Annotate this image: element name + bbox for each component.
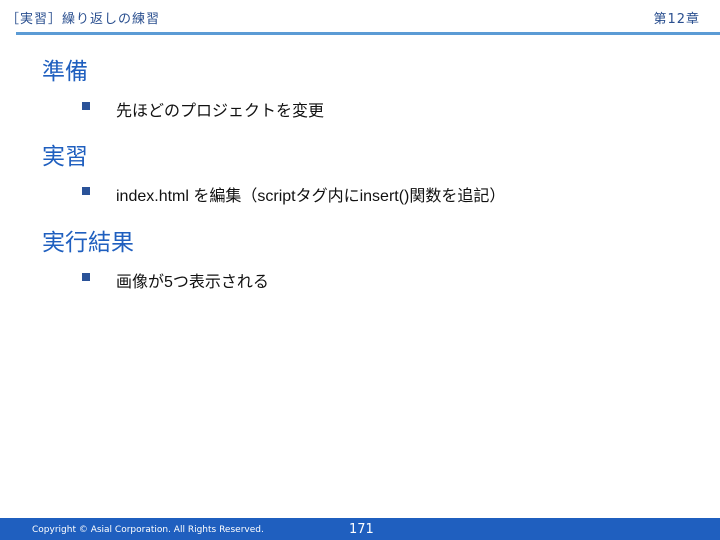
bullet-text-exercise: index.html を編集（scriptタグ内にinsert()関数を追記）	[116, 188, 506, 205]
section-heading-result: 実行結果	[42, 230, 134, 256]
square-bullet-icon	[82, 273, 90, 281]
bullet-text-preparation: 先ほどのプロジェクトを変更	[116, 103, 325, 120]
page-number: 171	[349, 522, 374, 537]
square-bullet-icon	[82, 102, 90, 110]
chapter-label: 第12章	[653, 12, 700, 27]
bullet-text-result: 画像が5つ表示される	[116, 274, 269, 291]
footer-copyright: Copyright © Asial Corporation. All Right…	[32, 525, 264, 535]
square-bullet-icon	[82, 187, 90, 195]
header-divider	[16, 32, 720, 35]
section-heading-exercise: 実習	[42, 144, 88, 170]
section-heading-preparation: 準備	[42, 59, 88, 85]
slide-header-title: ［実習］繰り返しの練習	[6, 12, 161, 27]
